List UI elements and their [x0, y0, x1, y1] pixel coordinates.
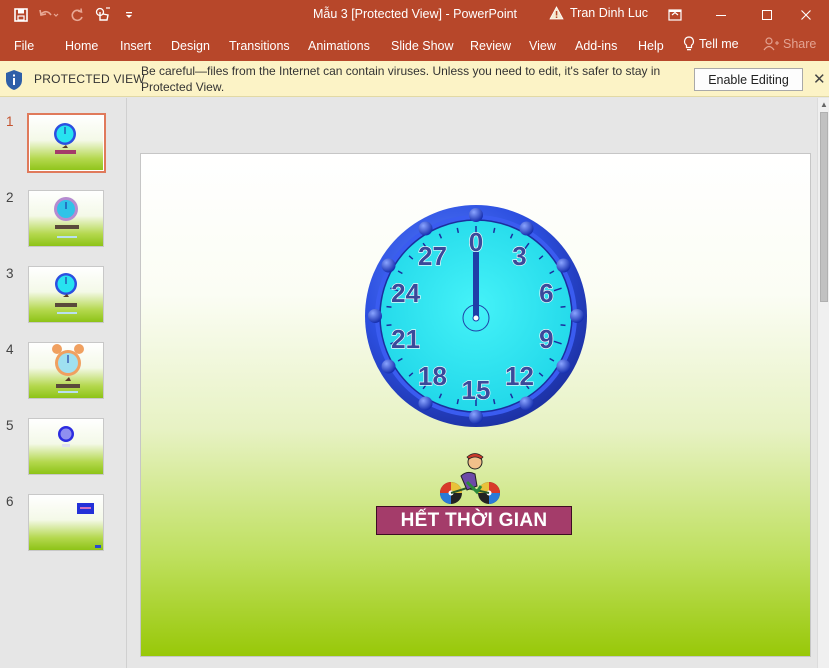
clock-rim-bead	[418, 221, 433, 236]
slide-number: 5	[6, 418, 14, 433]
protected-view-message: Be careful—files from the Internet can c…	[141, 64, 661, 94]
clock-rim-bead	[418, 396, 433, 411]
time-up-banner: HẾT THỜI GIAN	[376, 506, 572, 535]
ribbon-display-options-icon[interactable]	[652, 0, 698, 30]
clock-number: 9	[539, 324, 553, 354]
clock-rim-bead	[556, 359, 571, 374]
tell-me-box[interactable]: Tell me	[683, 36, 739, 52]
slide-thumbnail-pane: 1 2 3 4 5 6	[0, 98, 127, 668]
slide-thumbnail-3[interactable]	[28, 266, 104, 323]
tab-view[interactable]: View	[529, 39, 556, 53]
slide-thumbnail-5[interactable]	[28, 418, 104, 475]
clock-tick	[492, 398, 496, 405]
protected-view-title: PROTECTED VIEW	[34, 72, 145, 86]
minimize-icon[interactable]	[698, 0, 744, 30]
quick-access-toolbar	[8, 4, 142, 26]
clock-rim-bead	[519, 221, 534, 236]
warning-icon	[549, 6, 564, 20]
clock-number: 15	[462, 375, 491, 405]
slide-thumbnail-4[interactable]	[28, 342, 104, 399]
clock-number: 6	[539, 278, 553, 308]
tab-add-ins[interactable]: Add-ins	[575, 39, 617, 53]
tab-animations[interactable]: Animations	[308, 39, 370, 53]
share-button[interactable]: Share	[763, 37, 816, 51]
slide-thumbnail-1[interactable]	[27, 113, 106, 173]
slide-number: 4	[6, 342, 14, 357]
clock-hand	[473, 252, 479, 318]
tab-home[interactable]: Home	[65, 39, 98, 53]
save-icon[interactable]	[8, 4, 34, 26]
clock-number: 12	[505, 361, 534, 391]
clock-rim-bead	[469, 410, 483, 424]
share-label: Share	[783, 37, 817, 51]
clock-tick	[560, 305, 566, 308]
document-title: Mẫu 3 [Protected View] - PowerPoint	[313, 7, 518, 21]
clock-tick	[456, 398, 460, 405]
slide-thumbnail-6[interactable]	[28, 494, 104, 551]
shield-info-icon	[6, 70, 22, 90]
tab-file[interactable]: File	[14, 39, 34, 53]
slide-number: 1	[6, 114, 14, 129]
enable-editing-button[interactable]: Enable Editing	[694, 68, 803, 91]
tab-design[interactable]: Design	[171, 39, 210, 53]
tab-review[interactable]: Review	[470, 39, 511, 53]
title-bar: Mẫu 3 [Protected View] - PowerPoint Tran…	[0, 0, 829, 30]
slide-thumbnail-2[interactable]	[28, 190, 104, 247]
clock-number: 18	[418, 361, 447, 391]
clock-number: 27	[418, 241, 447, 271]
tell-me-label: Tell me	[699, 37, 739, 51]
clock-rim-bead	[556, 258, 571, 273]
slide-number: 2	[6, 190, 14, 205]
tab-transitions[interactable]: Transitions	[229, 39, 290, 53]
clock-rim-bead	[381, 258, 396, 273]
clock-number: 3	[512, 241, 526, 271]
undo-icon[interactable]	[34, 4, 64, 26]
slide-number: 6	[6, 494, 14, 509]
slide-number: 3	[6, 266, 14, 281]
close-message-bar-icon[interactable]: ✕	[813, 70, 826, 88]
close-icon[interactable]	[783, 0, 829, 30]
cyclist-clipart	[440, 453, 500, 504]
tab-slide-show[interactable]: Slide Show	[391, 39, 454, 53]
ribbon-tabs: File Home Insert Design Transitions Anim…	[0, 30, 829, 61]
vertical-scrollbar[interactable]: ▲	[817, 98, 829, 668]
clock-tick	[560, 324, 566, 327]
user-name: Tran Dinh Luc	[570, 6, 649, 20]
clock-rim-bead	[381, 359, 396, 374]
clock-rim-bead	[368, 309, 382, 323]
clock-number: 21	[391, 324, 420, 354]
redo-icon[interactable]	[64, 4, 90, 26]
scroll-up-arrow-icon[interactable]: ▲	[818, 98, 829, 112]
scrollbar-thumb[interactable]	[820, 112, 828, 302]
clock-tick	[456, 227, 460, 234]
tab-help[interactable]: Help	[638, 39, 664, 53]
person-add-icon	[763, 37, 779, 51]
clock-rim-bead	[469, 208, 483, 222]
protected-view-bar: PROTECTED VIEW Be careful—files from the…	[0, 61, 829, 97]
clock-tick	[492, 227, 496, 234]
clock-rim-bead	[519, 396, 534, 411]
clock-number: 24	[391, 278, 420, 308]
account-area[interactable]: Tran Dinh Luc	[549, 6, 648, 20]
lightbulb-icon	[683, 36, 695, 51]
customize-qat-icon[interactable]	[116, 4, 142, 26]
current-slide[interactable]: 0 3 6 9 12 15 18 21 24 27 HẾT THỜI GIAN	[140, 153, 811, 657]
tab-insert[interactable]: Insert	[120, 39, 151, 53]
clock-rim-bead	[570, 309, 584, 323]
touch-mode-icon[interactable]	[90, 4, 116, 26]
stopwatch-clock: 0 369121518212427	[365, 205, 587, 427]
